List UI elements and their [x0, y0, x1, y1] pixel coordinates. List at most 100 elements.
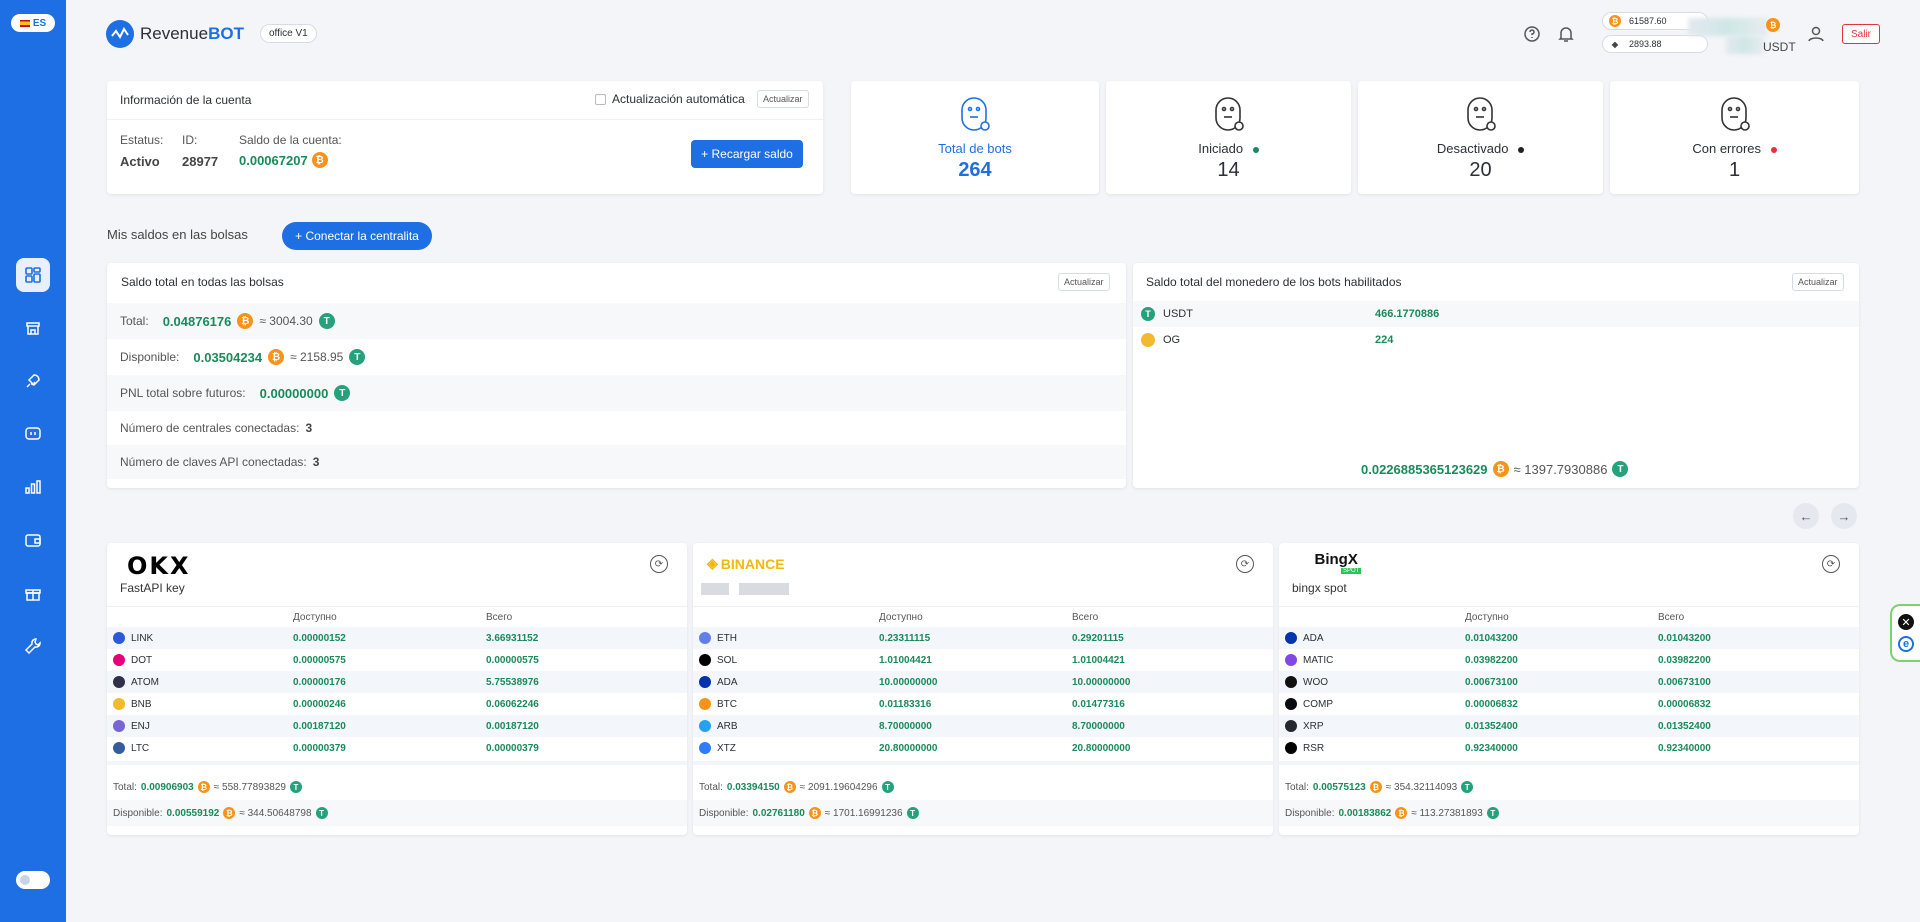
- exchange-available-row: Disponible: 0.00559192 ₿ ≈ 344.50648798 T: [107, 800, 687, 826]
- exchange-coin-row: DOT 0.00000575 0.00000575: [107, 649, 687, 671]
- auto-update-toggle[interactable]: Actualización automática: [595, 92, 745, 106]
- coin-name: XRP: [1303, 720, 1324, 732]
- coin-total: 0.01043200: [1658, 632, 1711, 644]
- topup-button[interactable]: + Recargar saldo: [691, 140, 803, 168]
- sidebar-item-statistics[interactable]: [16, 470, 50, 504]
- table-header: Доступно Всего: [693, 607, 1273, 627]
- close-icon[interactable]: ✕: [1898, 614, 1914, 630]
- sidebar-item-dashboard[interactable]: [16, 258, 50, 292]
- total-row: Total: 0.04876176 ₿ ≈ 3004.30 T: [107, 303, 1126, 339]
- exchange-coin-row: SOL 1.01004421 1.01004421: [693, 649, 1273, 671]
- bots-wallet-refresh-button[interactable]: Actualizar: [1792, 273, 1844, 291]
- bots-wallet-title: Saldo total del monedero de los bots hab…: [1146, 275, 1402, 289]
- header-total: Всего: [486, 611, 513, 623]
- theme-toggle[interactable]: [16, 871, 50, 889]
- total-balance-refresh-button[interactable]: Actualizar: [1058, 273, 1110, 291]
- extension-icon[interactable]: e: [1898, 636, 1914, 652]
- exchange-available-usdt: ≈ 1701.16991236: [824, 807, 903, 819]
- coin-available: 0.03982200: [1465, 654, 1518, 666]
- available-label: Disponible:: [120, 350, 180, 364]
- sidebar-item-bots[interactable]: [16, 364, 50, 398]
- refresh-icon: ⟳: [654, 558, 664, 570]
- coin-available: 0.00006832: [1465, 698, 1518, 710]
- coin-available: 0.01043200: [1465, 632, 1518, 644]
- bitcoin-icon: ₿: [1766, 18, 1780, 32]
- bot-stat-label-text: Con errores: [1692, 141, 1761, 156]
- language-switch[interactable]: ES: [11, 14, 55, 32]
- total-btc: 0.04876176: [162, 313, 232, 329]
- exchange-total-label: Total:: [1285, 781, 1309, 793]
- exchange-available-btc: 0.02761180: [752, 807, 805, 819]
- coin-name: ADA: [1303, 632, 1324, 644]
- coin-icon: [699, 698, 711, 710]
- coin-icon: [113, 698, 125, 710]
- sidebar-item-gift[interactable]: [16, 576, 50, 610]
- exchange-settings-button[interactable]: ⟳: [650, 555, 668, 573]
- exchange-settings-button[interactable]: ⟳: [1236, 555, 1254, 573]
- sidebar-item-tools[interactable]: [16, 629, 50, 663]
- bell-icon[interactable]: [1556, 24, 1576, 44]
- sidebar-item-terminal[interactable]: [16, 417, 50, 451]
- logout-button[interactable]: Salir: [1842, 24, 1880, 44]
- support-chat-icon[interactable]: [1522, 24, 1542, 44]
- exchange-coin-row: WOO 0.00673100 0.00673100: [1279, 671, 1859, 693]
- office-badge: office V1: [260, 24, 317, 43]
- available-btc: 0.03504234: [193, 349, 263, 365]
- coin-icon: [1285, 654, 1297, 666]
- exchange-coin-row: XRP 0.01352400 0.01352400: [1279, 715, 1859, 737]
- coin-name: ENJ: [131, 720, 150, 732]
- exchange-total-row: Total: 0.03394150 ₿ ≈ 2091.19604296 T: [693, 774, 1273, 800]
- logo-icon: [106, 20, 134, 48]
- carousel-next-button[interactable]: →: [1831, 503, 1857, 529]
- coin-available: 0.23311115: [879, 632, 931, 644]
- status-label: Estatus:: [120, 133, 164, 147]
- arrow-right-icon: →: [1837, 508, 1851, 524]
- user-icon[interactable]: [1806, 24, 1826, 44]
- account-refresh-button[interactable]: Actualizar: [757, 90, 809, 108]
- bot-stat-card[interactable]: Iniciado 14: [1106, 81, 1351, 194]
- exchanges-count-value: 3: [305, 421, 313, 435]
- coin-total: 0.00000575: [486, 654, 539, 666]
- balance-label: Saldo de la cuenta:: [239, 133, 342, 147]
- exchange-settings-button[interactable]: ⟳: [1822, 555, 1840, 573]
- header-available: Доступно: [879, 611, 923, 623]
- coin-name: XTZ: [717, 742, 736, 754]
- exchange-total-btc: 0.00906903: [140, 781, 194, 793]
- coin-available: 10.00000000: [879, 676, 938, 688]
- bot-stat-card[interactable]: Total de bots 264: [851, 81, 1099, 194]
- bot-stat-card[interactable]: Con errores 1: [1610, 81, 1859, 194]
- connect-exchange-button[interactable]: + Conectar la centralita: [282, 222, 432, 250]
- bitcoin-icon: ₿: [237, 313, 254, 329]
- account-balance-value: 0.00067207: [239, 152, 308, 168]
- logo[interactable]: RevenueBOT: [106, 20, 244, 48]
- auto-update-checkbox[interactable]: [595, 93, 606, 105]
- coin-icon: [1285, 720, 1297, 732]
- bot-stat-value: 20: [1469, 159, 1492, 181]
- coin-name: COMP: [1303, 698, 1333, 710]
- sidebar-item-wallet[interactable]: [16, 523, 50, 557]
- exchange-total-label: Total:: [699, 781, 723, 793]
- available-row: Disponible: 0.03504234 ₿ ≈ 2158.95 T: [107, 339, 1126, 375]
- carousel-prev-button[interactable]: ←: [1793, 503, 1819, 529]
- binance-diamond-icon: ◈: [707, 555, 718, 571]
- tether-icon: T: [906, 807, 919, 819]
- coin-available: 20.80000000: [879, 742, 938, 754]
- table-header: Доступно Всего: [107, 607, 687, 627]
- coin-icon: [699, 676, 711, 688]
- exchange-total-btc: 0.00575123: [1312, 781, 1366, 793]
- exchange-coin-row: RSR 0.92340000 0.92340000: [1279, 737, 1859, 759]
- tether-icon: T: [1461, 781, 1474, 793]
- exchange-available-label: Disponible:: [699, 807, 749, 819]
- coin-icon: [699, 742, 711, 754]
- exchange-coin-row: BTC 0.01183316 0.01477316: [693, 693, 1273, 715]
- exchange-total-label: Total:: [113, 781, 137, 793]
- coin-icon: [1285, 632, 1297, 644]
- sidebar-item-store[interactable]: [16, 311, 50, 345]
- wallet-coin: OG: [1163, 334, 1181, 346]
- okx-logo: OKX: [127, 552, 191, 580]
- bot-stat-value: 264: [958, 159, 992, 181]
- auto-update-label: Actualización automática: [612, 92, 745, 106]
- bot-stat-value: 14: [1217, 159, 1240, 181]
- bot-stat-card[interactable]: Desactivado 20: [1358, 81, 1603, 194]
- exchange-key-name: FastAPI key: [120, 581, 185, 595]
